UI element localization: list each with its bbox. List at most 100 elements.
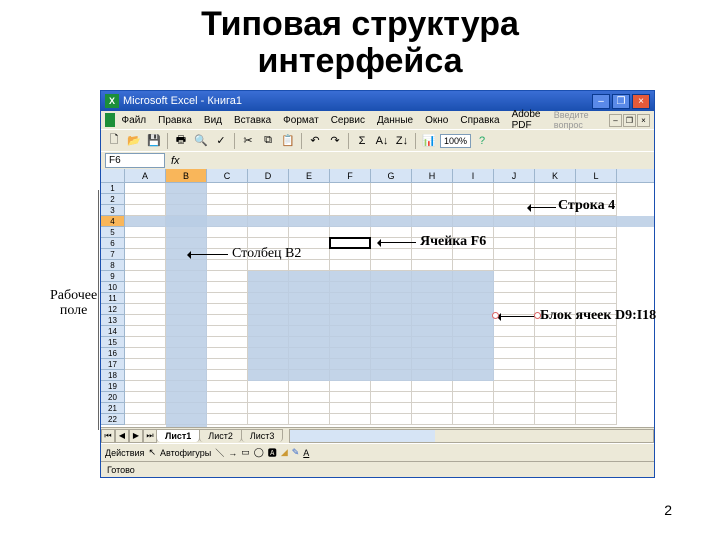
sum-icon[interactable]: Σ [353, 132, 371, 150]
tab-last-icon[interactable]: ⏭ [143, 429, 157, 443]
sheet-tab-3[interactable]: Лист3 [241, 429, 284, 442]
draw-actions-menu[interactable]: Действия [105, 448, 144, 458]
row-header-10[interactable]: 10 [101, 282, 125, 293]
line-color-icon[interactable]: ✎ [292, 447, 300, 458]
sheet-tab-1[interactable]: Лист1 [156, 429, 200, 442]
menu-window[interactable]: Окно [420, 114, 453, 127]
maximize-button[interactable]: ❐ [612, 94, 630, 109]
doc-close-button[interactable]: × [637, 114, 650, 127]
col-header-d[interactable]: D [248, 169, 289, 182]
menu-tools[interactable]: Сервис [326, 114, 370, 127]
row-header-22[interactable]: 22 [101, 414, 125, 425]
horizontal-scrollbar[interactable] [289, 429, 654, 443]
row-header-18[interactable]: 18 [101, 370, 125, 381]
pointer-icon[interactable]: ↖ [148, 447, 156, 458]
row-header-4[interactable]: 4 [101, 216, 125, 227]
menu-file[interactable]: Файл [117, 114, 152, 127]
row-header-3[interactable]: 3 [101, 205, 125, 216]
line-icon[interactable]: ＼ [215, 446, 224, 459]
sort-desc-icon[interactable]: Z↓ [393, 132, 411, 150]
help-icon[interactable]: ? [473, 132, 491, 150]
minimize-button[interactable]: – [592, 94, 610, 109]
row-header-16[interactable]: 16 [101, 348, 125, 359]
menu-help[interactable]: Справка [455, 114, 504, 127]
marker-block-left [492, 312, 499, 319]
row-header-6[interactable]: 6 [101, 238, 125, 249]
close-button[interactable]: × [632, 94, 650, 109]
row-header-2[interactable]: 2 [101, 194, 125, 205]
tab-next-icon[interactable]: ▶ [129, 429, 143, 443]
arrow-icon[interactable]: → [228, 448, 237, 458]
doc-restore-button[interactable]: ❐ [623, 114, 636, 127]
autoshapes-menu[interactable]: Автофигуры [160, 448, 211, 458]
fx-icon[interactable]: fx [171, 155, 180, 167]
row-header-12[interactable]: 12 [101, 304, 125, 315]
sheet-tab-2[interactable]: Лист2 [199, 429, 242, 442]
annot-block: Блок ячеек D9:I18 [540, 308, 656, 324]
formula-bar: F6 fx [101, 151, 654, 169]
arrow-block [498, 316, 536, 317]
row-header-20[interactable]: 20 [101, 392, 125, 403]
annot-cellf6: Ячейка F6 [420, 234, 486, 250]
doc-minimize-button[interactable]: – [609, 114, 622, 127]
row-header-1[interactable]: 1 [101, 183, 125, 194]
col-header-b[interactable]: B [166, 169, 207, 182]
undo-icon[interactable]: ↶ [306, 132, 324, 150]
row-header-8[interactable]: 8 [101, 260, 125, 271]
menu-format[interactable]: Формат [278, 114, 324, 127]
preview-icon[interactable]: 🔍 [192, 132, 210, 150]
row-header-21[interactable]: 21 [101, 403, 125, 414]
spell-icon[interactable]: ✓ [212, 132, 230, 150]
col-header-c[interactable]: C [207, 169, 248, 182]
row-header-15[interactable]: 15 [101, 337, 125, 348]
col-header-k[interactable]: K [535, 169, 576, 182]
sort-asc-icon[interactable]: A↓ [373, 132, 391, 150]
oval-icon[interactable]: ◯ [254, 447, 264, 458]
row-header-5[interactable]: 5 [101, 227, 125, 238]
paste-icon[interactable]: 📋 [279, 132, 297, 150]
col-header-f[interactable]: F [330, 169, 371, 182]
arrow-cellf6 [378, 242, 416, 243]
name-box[interactable]: F6 [105, 153, 165, 168]
help-input[interactable]: Введите вопрос [554, 110, 603, 130]
open-icon[interactable]: 📂 [125, 132, 143, 150]
menu-data[interactable]: Данные [372, 114, 418, 127]
col-header-g[interactable]: G [371, 169, 412, 182]
row-header-17[interactable]: 17 [101, 359, 125, 370]
menu-insert[interactable]: Вставка [229, 114, 276, 127]
menu-edit[interactable]: Правка [153, 114, 197, 127]
row-header-9[interactable]: 9 [101, 271, 125, 282]
tab-first-icon[interactable]: ⏮ [101, 429, 115, 443]
save-icon[interactable]: 💾 [145, 132, 163, 150]
select-all-corner[interactable] [101, 169, 125, 182]
new-icon[interactable]: 🗋 [105, 132, 123, 150]
chart-icon[interactable]: 📊 [420, 132, 438, 150]
cut-icon[interactable]: ✂ [239, 132, 257, 150]
print-icon[interactable]: 🖶 [172, 132, 190, 150]
col-header-i[interactable]: I [453, 169, 494, 182]
textbox-icon[interactable]: 🅰 [268, 446, 277, 459]
col-header-l[interactable]: L [576, 169, 617, 182]
rect-icon[interactable]: ▭ [241, 447, 250, 458]
menu-view[interactable]: Вид [199, 114, 227, 127]
font-color-icon[interactable]: A [303, 448, 309, 458]
col-header-h[interactable]: H [412, 169, 453, 182]
row-header-11[interactable]: 11 [101, 293, 125, 304]
redo-icon[interactable]: ↷ [326, 132, 344, 150]
zoom-select[interactable]: 100% [440, 134, 471, 148]
col-header-a[interactable]: A [125, 169, 166, 182]
menu-adobe[interactable]: Adobe PDF [507, 108, 552, 132]
col-header-e[interactable]: E [289, 169, 330, 182]
row-header-14[interactable]: 14 [101, 326, 125, 337]
fill-color-icon[interactable]: ◢ [281, 447, 288, 458]
tab-prev-icon[interactable]: ◀ [115, 429, 129, 443]
row-header-7[interactable]: 7 [101, 249, 125, 260]
workfield-label: Рабочее поле [50, 288, 97, 319]
arrow-colb [188, 254, 228, 255]
drawing-toolbar: Действия ↖ Автофигуры ＼ → ▭ ◯ 🅰 ◢ ✎ A [101, 443, 654, 461]
copy-icon[interactable]: ⧉ [259, 132, 277, 150]
slide-title: Типовая структура интерфейса [0, 0, 720, 83]
col-header-j[interactable]: J [494, 169, 535, 182]
row-header-19[interactable]: 19 [101, 381, 125, 392]
row-header-13[interactable]: 13 [101, 315, 125, 326]
